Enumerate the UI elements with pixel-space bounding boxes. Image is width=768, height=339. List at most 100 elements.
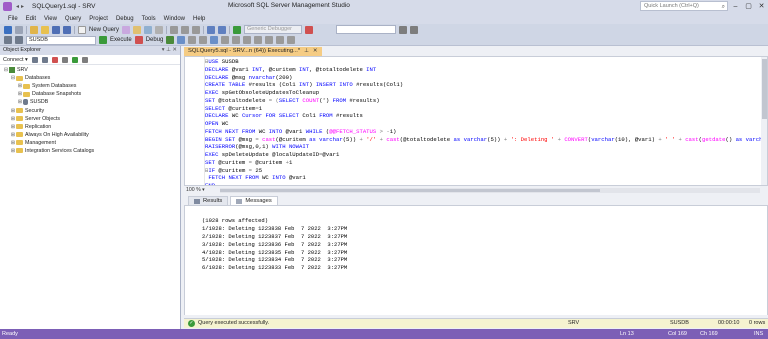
tree-node[interactable]: ⊞ Database Snapshots <box>0 90 180 98</box>
maximize-button[interactable]: ▢ <box>742 0 755 13</box>
tree-node-label: Security <box>25 107 45 114</box>
sql-editor[interactable]: ⊟USE SUSDB DECLARE @var1 INT, @curitem I… <box>184 56 768 186</box>
tree-node[interactable]: ⊟ Databases <box>0 74 180 82</box>
tree-node[interactable]: ⊞ Server Objects <box>0 115 180 123</box>
display-plan-icon[interactable] <box>177 36 186 44</box>
filter-icon[interactable] <box>61 56 68 63</box>
tab-sqlquery5[interactable]: SQLQuery5.sql - SRV...n (64)) Executing.… <box>184 47 322 56</box>
dmx-query-icon[interactable] <box>144 25 153 34</box>
success-check-icon: ✓ <box>188 320 195 327</box>
disconnect-icon[interactable] <box>41 56 48 63</box>
available-databases-combo[interactable]: SUSDB <box>26 35 96 45</box>
messages-pane[interactable]: (1028 rows affected) 1/1028: Deleting 122… <box>184 206 768 315</box>
find-icon[interactable] <box>399 25 408 34</box>
mdx-query-icon[interactable] <box>133 25 142 34</box>
back-icon[interactable]: ◂ <box>16 3 19 10</box>
forward-nav-icon[interactable] <box>15 25 23 34</box>
folder-icon <box>16 75 23 81</box>
paste-icon[interactable] <box>192 25 201 34</box>
results-to-grid-icon[interactable] <box>232 36 241 44</box>
cancel-query-icon[interactable] <box>134 36 143 44</box>
scrollbar-thumb[interactable] <box>220 189 600 192</box>
activity-monitor-icon[interactable] <box>81 56 88 63</box>
xmla-query-icon[interactable] <box>155 25 164 34</box>
stop-icon[interactable] <box>305 25 314 34</box>
connect-icon[interactable] <box>4 36 12 44</box>
close-icon[interactable]: ✕ <box>172 47 177 53</box>
debugger-combo[interactable]: Generic Debugger <box>244 25 303 34</box>
forward-icon[interactable]: ▸ <box>21 3 24 10</box>
find-combo[interactable] <box>336 25 397 34</box>
uncomment-icon[interactable] <box>265 36 274 44</box>
menu-edit[interactable]: Edit <box>22 16 40 22</box>
menu-window[interactable]: Window <box>160 16 189 22</box>
tab-results[interactable]: Results <box>188 196 229 205</box>
tree-node[interactable]: ⊞ Replication <box>0 123 180 131</box>
new-query-icon[interactable] <box>78 25 86 34</box>
change-connection-icon[interactable] <box>15 36 23 44</box>
tree-node[interactable]: ⊞ SUSDB <box>0 98 180 106</box>
pin-icon[interactable]: ⊥ <box>166 47 171 53</box>
new-project-icon[interactable] <box>30 25 38 34</box>
indent-icon[interactable] <box>276 36 285 44</box>
tree-node[interactable]: ⊞ Integration Services Catalogs <box>0 147 180 155</box>
dropdown-icon[interactable]: ▾ <box>162 47 165 53</box>
back-nav-icon[interactable] <box>4 25 12 34</box>
menu-debug[interactable]: Debug <box>112 16 138 22</box>
stop-icon[interactable] <box>51 56 58 63</box>
sql-code[interactable]: ⊟USE SUSDB DECLARE @var1 INT, @curitem I… <box>205 58 767 185</box>
menu-file[interactable]: File <box>4 16 22 22</box>
quick-access-toolbar: ◂ ▸ <box>16 3 24 10</box>
menu-project[interactable]: Project <box>85 16 112 22</box>
redo-icon[interactable] <box>218 25 227 34</box>
results-to-file-icon[interactable] <box>243 36 252 44</box>
quick-launch-input[interactable]: Quick Launch (Ctrl+Q) ⌕ <box>640 1 728 11</box>
tree-node[interactable]: ⊞ Security <box>0 106 180 114</box>
include-plan-icon[interactable] <box>210 36 219 44</box>
start-debug-icon[interactable] <box>233 25 242 34</box>
debug-button[interactable]: Debug <box>146 37 164 43</box>
tab-messages[interactable]: Messages <box>230 196 278 205</box>
save-all-icon[interactable] <box>63 25 71 34</box>
menu-view[interactable]: View <box>40 16 61 22</box>
scrollbar-thumb[interactable] <box>762 59 767 119</box>
menu-query[interactable]: Query <box>61 16 85 22</box>
app-title: Microsoft SQL Server Management Studio <box>228 2 350 9</box>
copy-icon[interactable] <box>181 25 190 34</box>
database-engine-query-icon[interactable] <box>122 25 131 34</box>
zoom-level[interactable]: 100 % <box>186 187 201 193</box>
undo-icon[interactable] <box>207 25 216 34</box>
parse-icon[interactable] <box>166 36 175 44</box>
folder-icon <box>16 132 23 138</box>
close-icon[interactable]: ✕ <box>313 47 318 56</box>
results-to-text-icon[interactable] <box>221 36 230 44</box>
open-file-icon[interactable] <box>41 25 49 34</box>
minimize-button[interactable]: – <box>729 0 742 13</box>
execute-icon[interactable] <box>99 36 107 44</box>
tree-node[interactable]: ⊟ SRV <box>0 66 180 74</box>
cut-icon[interactable] <box>170 25 179 34</box>
refresh-icon[interactable] <box>71 56 78 63</box>
query-options-icon[interactable] <box>188 36 197 44</box>
tree-node[interactable]: ⊞ Always On High Availability <box>0 131 180 139</box>
execute-button[interactable]: Execute <box>110 37 132 43</box>
options-icon[interactable] <box>410 25 419 34</box>
menu-tools[interactable]: Tools <box>138 16 160 22</box>
save-icon[interactable] <box>52 25 60 34</box>
close-button[interactable]: ✕ <box>755 0 768 13</box>
intellisense-icon[interactable] <box>199 36 208 44</box>
new-query-button[interactable]: New Query <box>89 27 119 33</box>
pin-icon[interactable]: ⊥ <box>304 47 309 56</box>
status-ready: Ready <box>2 331 18 337</box>
editor-horizontal-scrollbar[interactable] <box>220 188 760 193</box>
comment-icon[interactable] <box>254 36 263 44</box>
tree-node[interactable]: ⊞ System Databases <box>0 82 180 90</box>
editor-vertical-scrollbar[interactable] <box>761 57 767 185</box>
status-char: Ch 169 <box>700 331 718 337</box>
tree-node[interactable]: ⊞ Management <box>0 139 180 147</box>
connect-dropdown[interactable]: Connect ▾ <box>3 57 28 63</box>
outdent-icon[interactable] <box>287 36 296 44</box>
menu-help[interactable]: Help <box>189 16 209 22</box>
status-bar: Ready Ln 13 Col 169 Ch 169 INS <box>0 329 768 339</box>
connect-object-icon[interactable] <box>31 56 38 63</box>
